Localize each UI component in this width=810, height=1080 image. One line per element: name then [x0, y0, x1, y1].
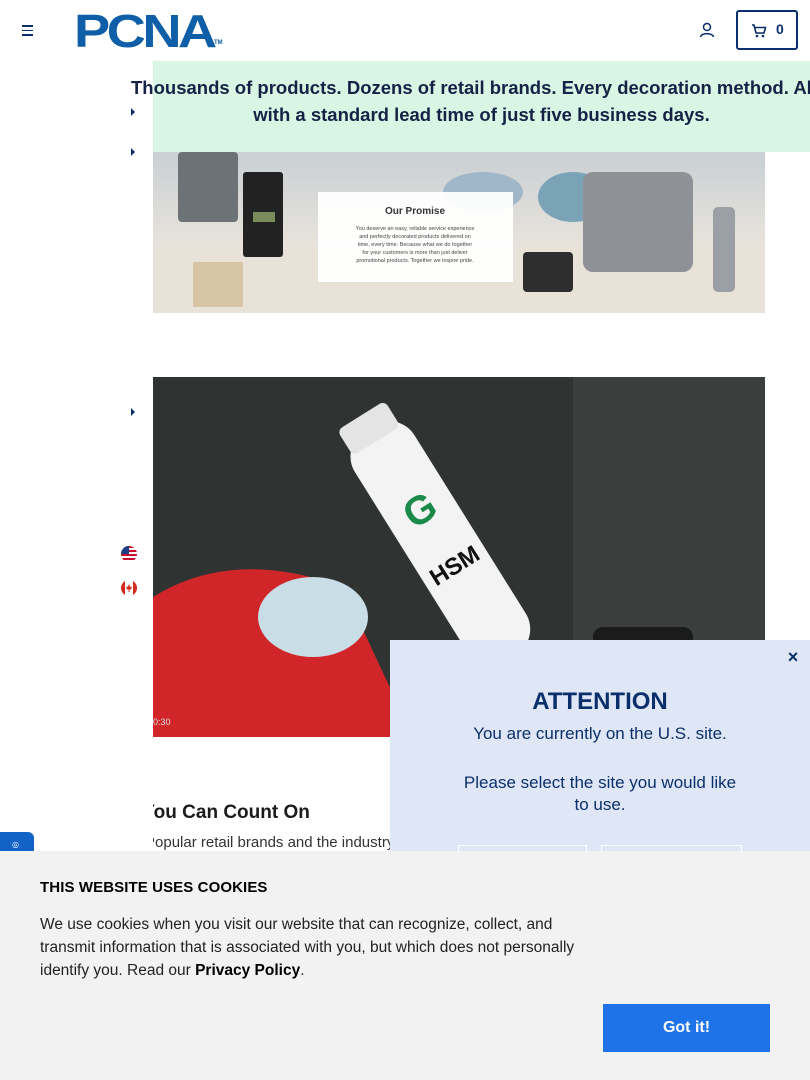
- svg-text:time, every time. Because what: time, every time. Because what we do tog…: [358, 242, 473, 248]
- privacy-policy-link[interactable]: Privacy Policy: [195, 962, 300, 979]
- hamburger-menu-icon[interactable]: [18, 20, 38, 40]
- cart-button[interactable]: 0: [736, 10, 798, 50]
- section-body-text: Popular retail brands and the industry's: [145, 834, 405, 851]
- cookie-title: THIS WEBSITE USES COOKIES: [40, 879, 268, 896]
- caret-right-icon[interactable]: [129, 147, 137, 157]
- promo-banner-line2: with a standard lead time of just five b…: [253, 104, 710, 125]
- modal-title: ATTENTION: [532, 688, 668, 715]
- section-heading: Brands You Can Count On: [72, 802, 310, 824]
- cart-count: 0: [776, 21, 784, 37]
- svg-text:and perfectly decorated produc: and perfectly decorated products deliver…: [359, 234, 471, 240]
- logo-text: PCNA: [74, 5, 217, 57]
- account-icon[interactable]: [698, 21, 716, 39]
- site-header: PCNA TM 0: [0, 0, 810, 61]
- modal-current-site-text: You are currently on the U.S. site.: [473, 724, 727, 743]
- promo-banner: Thousands of products. Dozens of retail …: [131, 61, 810, 152]
- us-flag-icon[interactable]: [121, 546, 137, 562]
- caret-right-icon[interactable]: [129, 107, 137, 117]
- video-timestamp: 0:30: [153, 717, 171, 727]
- accept-cookies-button[interactable]: Got it!: [603, 1004, 770, 1052]
- logo-trademark: TM: [214, 40, 223, 46]
- canada-flag-icon[interactable]: [121, 580, 137, 596]
- svg-text:promotional products. Together: promotional products. Together we inspir…: [356, 258, 474, 264]
- pcna-logo[interactable]: PCNA TM: [74, 5, 226, 57]
- modal-select-prompt: Please select the site you would like to…: [463, 773, 737, 814]
- site-select-modal: ATTENTION You are currently on the U.S. …: [390, 640, 810, 875]
- section-body: Popular retail brands and the industry's: [145, 834, 405, 851]
- cookie-banner: THIS WEBSITE USES COOKIES We use cookies…: [0, 851, 810, 1080]
- our-promise-image: Our Promise You deserve an easy, reliabl…: [153, 152, 765, 313]
- cart-icon: [752, 24, 767, 38]
- promo-banner-line1: Thousands of products. Dozens of retail …: [131, 77, 810, 98]
- cookie-body-end: .: [300, 962, 305, 979]
- promise-title: Our Promise: [385, 206, 445, 217]
- svg-text:You deserve an easy, reliable: You deserve an easy, reliable service ex…: [356, 226, 475, 232]
- promo-banner-text: Thousands of products. Dozens of retail …: [131, 74, 810, 128]
- close-icon[interactable]: ×: [784, 648, 802, 666]
- svg-text:for your customers is more tha: for your customers is more than just del…: [362, 250, 467, 256]
- caret-right-icon[interactable]: [129, 407, 137, 417]
- promise-scene: Our Promise You deserve an easy, reliabl…: [153, 152, 765, 313]
- feedback-icon: ◎: [12, 840, 19, 849]
- cookie-body-text: We use cookies when you visit our websit…: [40, 916, 575, 979]
- cookie-body: We use cookies when you visit our websit…: [40, 913, 610, 982]
